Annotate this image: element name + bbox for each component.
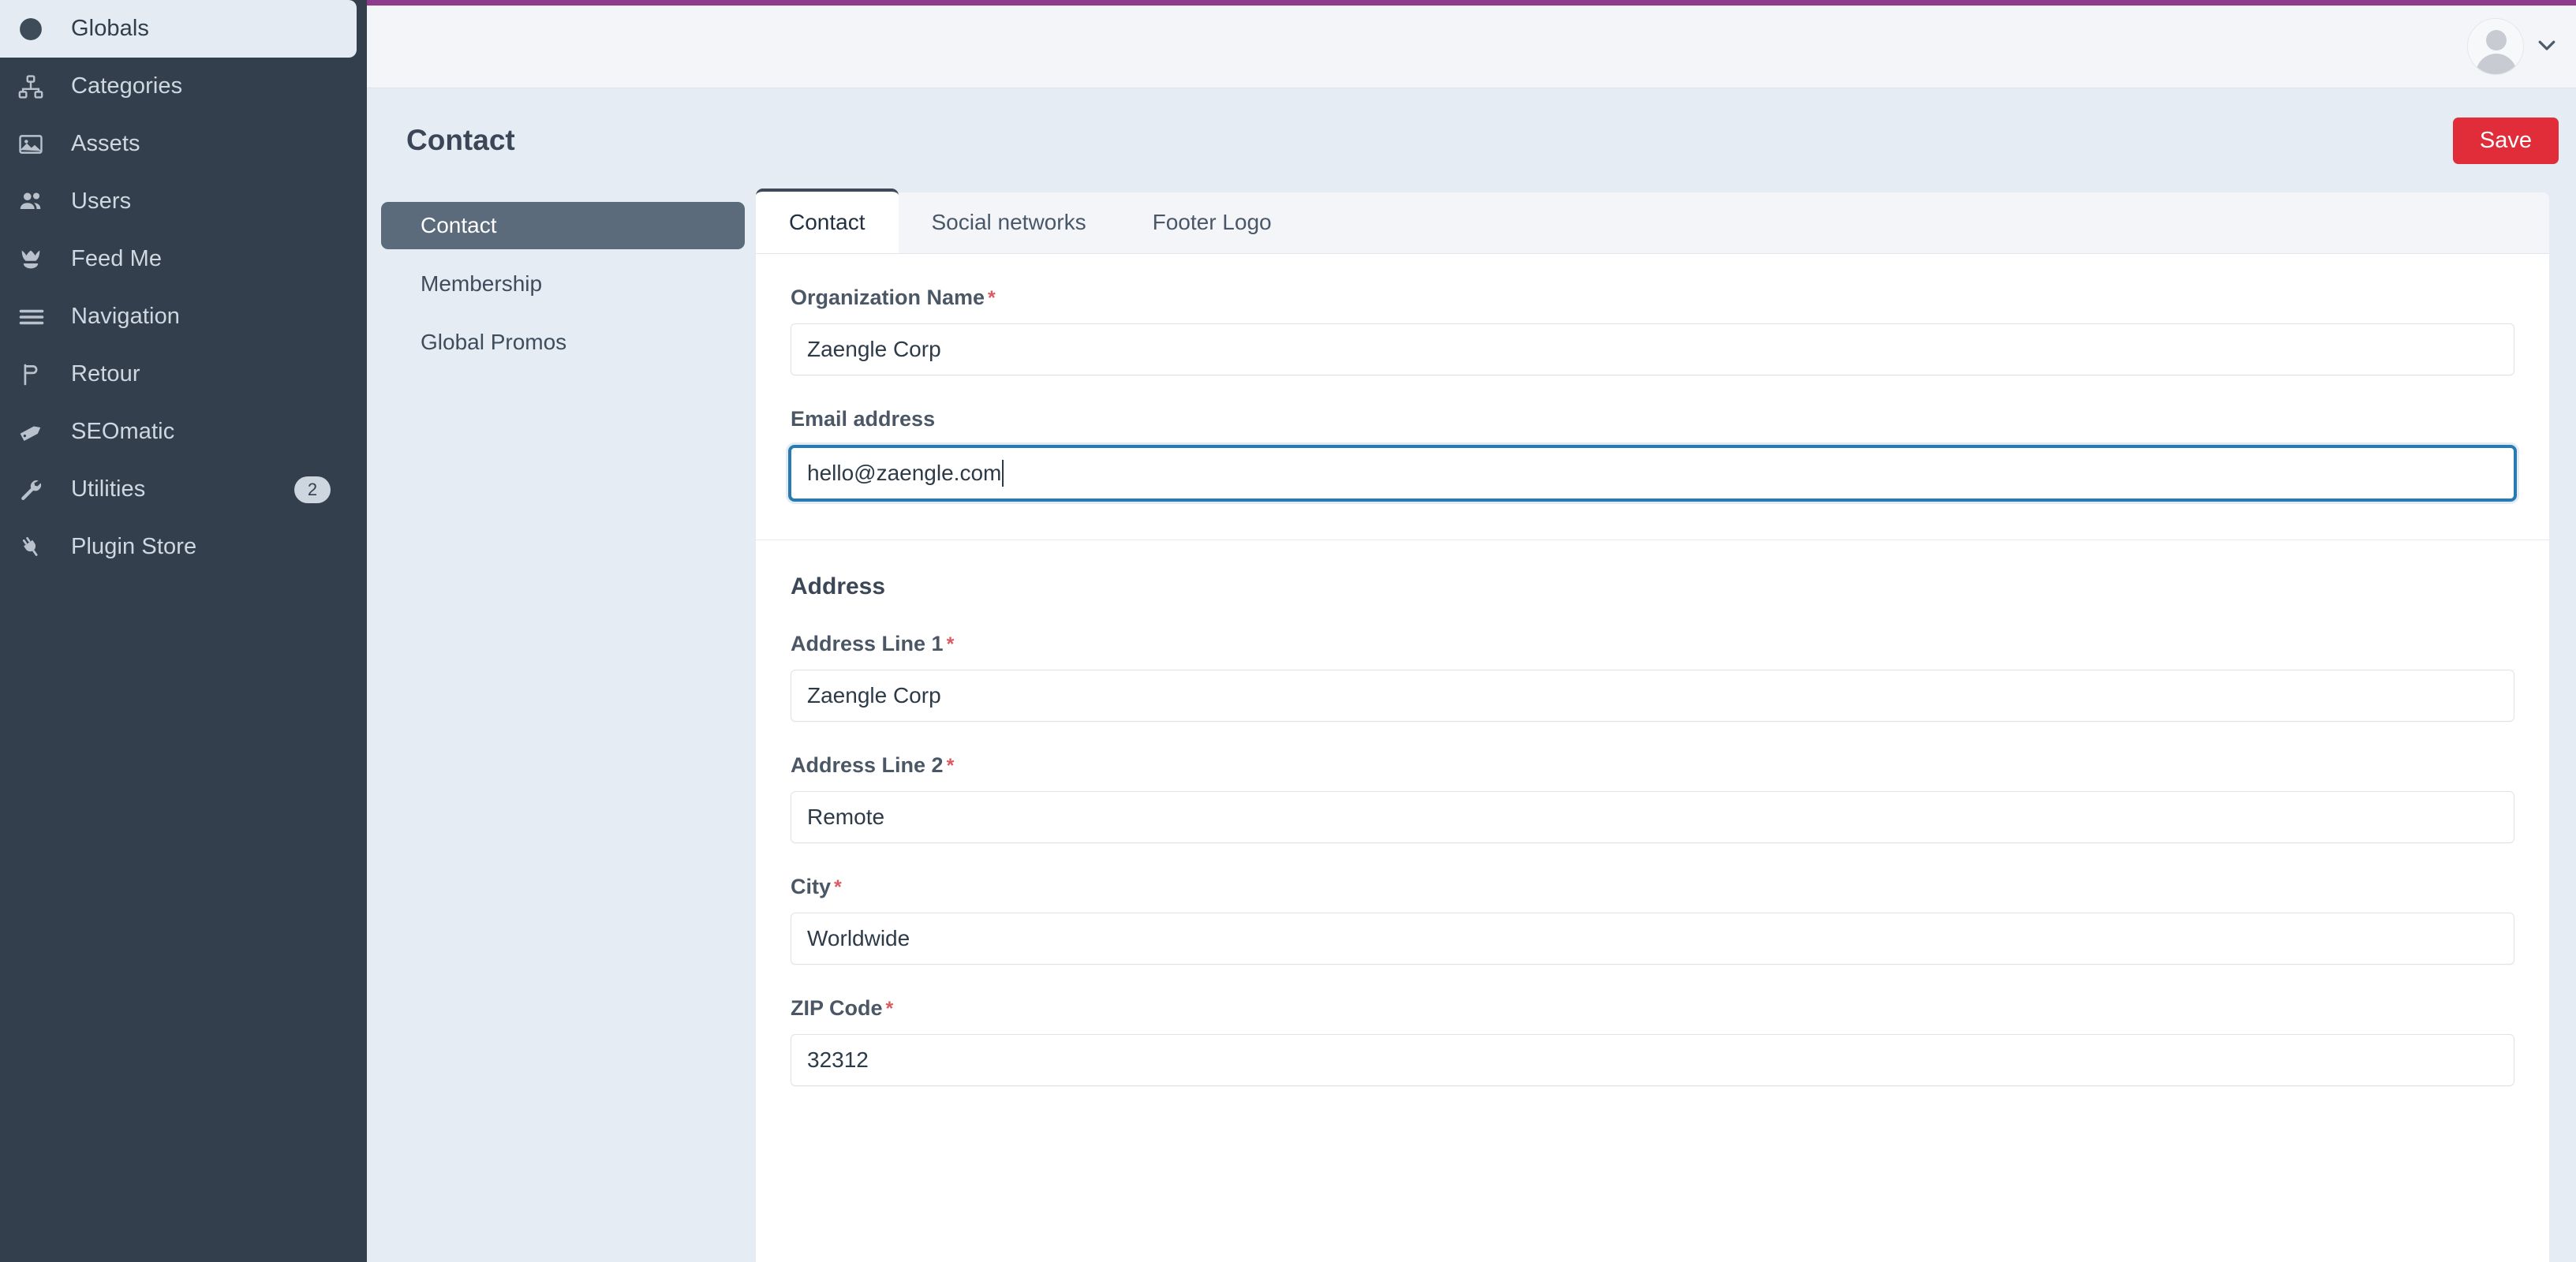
tab-social-networks[interactable]: Social networks [899,192,1120,253]
subnav-item-contact[interactable]: Contact [381,202,745,249]
app-root: Globals Categories Assets Users Feed Me … [0,0,2576,1262]
tab-bar: Contact Social networks Footer Logo [756,189,2549,254]
address-line-2-label: Address Line 2 * [791,753,2514,778]
wrench-icon [17,476,58,503]
zip-code-label: ZIP Code * [791,996,2514,1021]
city-input[interactable] [791,913,2514,965]
sidebar-item-label: Assets [71,131,140,156]
label-text: Address Line 1 [791,632,944,655]
topbar [367,6,2576,88]
subnav-item-global-promos[interactable]: Global Promos [381,319,745,366]
label-text: Address Line 2 [791,753,944,777]
user-avatar-icon [2467,18,2524,75]
sidebar-item-label: Users [71,189,132,214]
label-text: Email address [791,407,936,431]
subnav-item-label: Membership [421,271,543,296]
account-menu[interactable] [2467,18,2559,75]
email-address-value: hello@zaengle.com [807,461,1002,485]
tab-label: Footer Logo [1152,210,1272,234]
tab-label: Contact [789,210,866,234]
image-icon [17,131,58,158]
status-badge: 2 [294,476,331,503]
tab-label: Social networks [931,210,1086,234]
sidebar-item-users[interactable]: Users [0,173,367,230]
required-marker: * [834,876,842,898]
required-marker: * [946,755,955,777]
sidebar-item-label: Utilities [71,476,146,502]
field-address-line-1: Address Line 1 * [791,600,2514,722]
sidebar-item-plugin-store[interactable]: Plugin Store [0,518,367,576]
sidebar-item-categories[interactable]: Categories [0,58,367,115]
sidebar-item-utilities[interactable]: Utilities 2 [0,461,367,518]
sidebar-item-globals[interactable]: Globals [0,0,357,58]
field-email-address: Email address hello@zaengle.com [788,375,2517,502]
feed-me-icon [17,246,58,273]
label-text: ZIP Code [791,996,883,1020]
page-title: Contact [406,124,515,156]
page-header: Contact Save [367,88,2576,192]
field-city: City * [791,843,2514,965]
sidebar-item-feed-me[interactable]: Feed Me [0,230,367,288]
address-line-1-input[interactable] [791,670,2514,722]
tab-footer-logo[interactable]: Footer Logo [1120,192,1305,253]
sidebar-item-label: Retour [71,361,140,386]
city-label: City * [791,875,2514,899]
sitemap-icon [17,73,58,100]
subnav-item-label: Contact [421,213,497,237]
required-marker: * [885,998,894,1020]
subnav-item-membership[interactable]: Membership [381,260,745,308]
sidebar-item-label: Plugin Store [71,534,197,559]
globe-icon [17,16,58,43]
label-text: Organization Name [791,286,985,309]
secondary-sidebar: Contact Membership Global Promos [381,192,756,1262]
sidebar-item-label: Globals [71,16,150,41]
menu-bars-icon [17,303,58,331]
flag-icon [17,361,58,388]
label-text: City [791,875,832,898]
content-pane: Contact Social networks Footer Logo Orga… [756,189,2549,1262]
address-section-title: Address [791,573,886,599]
address-line-1-label: Address Line 1 * [791,632,2514,656]
sidebar-item-seomatic[interactable]: SEOmatic [0,403,367,461]
main-region: Contact Save Contact Membership Global P… [367,0,2576,1262]
save-button[interactable]: Save [2452,117,2559,164]
field-organization-name: Organization Name * [791,254,2514,375]
organization-name-input[interactable] [791,323,2514,375]
text-caret [1002,460,1004,487]
sidebar-item-label: Navigation [71,304,181,329]
address-line-2-input[interactable] [791,791,2514,843]
primary-sidebar: Globals Categories Assets Users Feed Me … [0,0,367,1262]
tab-contact[interactable]: Contact [756,189,899,253]
plug-icon [17,534,58,561]
seo-tag-icon [17,418,58,446]
sidebar-item-retour[interactable]: Retour [0,345,367,403]
sidebar-item-assets[interactable]: Assets [0,115,367,173]
field-address-line-2: Address Line 2 * [791,722,2514,843]
sidebar-item-label: Feed Me [71,246,163,271]
required-marker: * [988,287,996,309]
organization-name-label: Organization Name * [791,286,2514,310]
body-area: Contact Membership Global Promos Contact… [367,189,2576,1262]
field-zip-code: ZIP Code * [791,965,2514,1086]
zip-code-input[interactable] [791,1034,2514,1086]
sidebar-item-label: Categories [71,73,183,99]
chevron-down-icon [2535,33,2559,61]
accent-bar [367,0,2576,6]
users-icon [17,188,58,216]
sidebar-item-label: SEOmatic [71,419,175,444]
subnav-item-label: Global Promos [421,330,567,354]
required-marker: * [946,633,955,655]
sidebar-item-navigation[interactable]: Navigation [0,288,367,345]
form-panel: Organization Name* Email address hello@z… [756,254,2549,1262]
email-address-label: Email address [791,407,2514,431]
email-address-input[interactable]: hello@zaengle.com [788,445,2517,502]
